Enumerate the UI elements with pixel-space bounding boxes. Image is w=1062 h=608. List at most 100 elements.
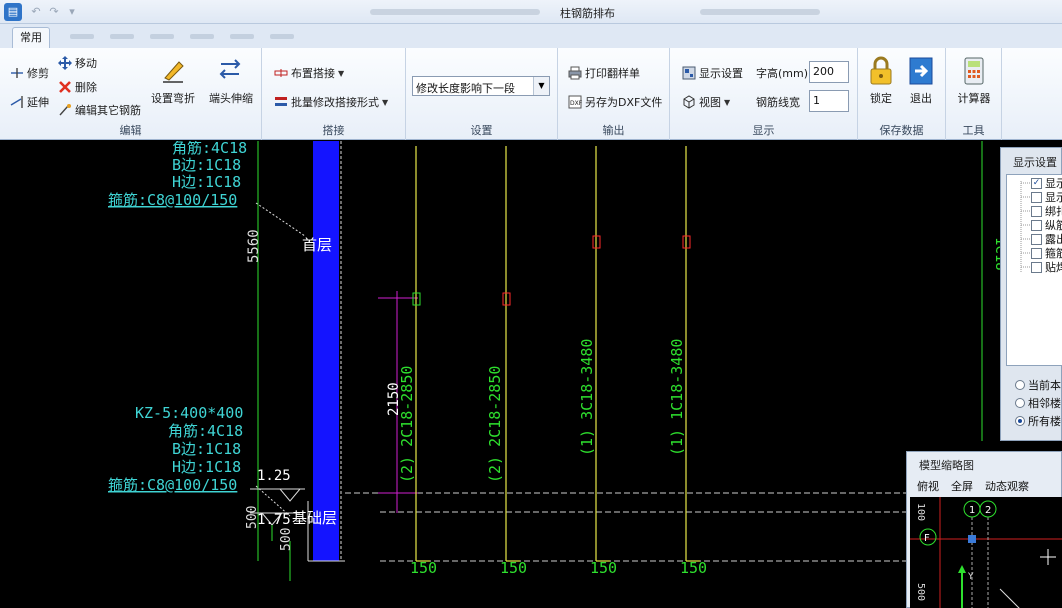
view-icon [683, 95, 695, 109]
svg-text:DXF: DXF [570, 100, 582, 107]
exit-icon [909, 57, 933, 85]
elevation-1-75: 1.75 [257, 512, 291, 528]
end-stretch-icon [219, 59, 241, 79]
length-mode-select[interactable]: 修改长度影响下一段 ▼ [412, 76, 550, 96]
save-dxf-button[interactable]: DXF 另存为DXF文件 [568, 93, 662, 111]
extend-button[interactable]: 延伸 [10, 93, 49, 111]
tab-ghost[interactable] [190, 34, 214, 39]
tab-ghost[interactable] [110, 34, 134, 39]
place-lap-button[interactable]: 布置搭接 ▼ [274, 64, 344, 82]
top-h-side-text: H边:1C18 [172, 173, 241, 191]
line-width-input[interactable]: 1 [809, 90, 849, 112]
menu-top-view[interactable]: 俯视 [917, 478, 939, 494]
app-logo-icon[interactable]: ▤ [4, 3, 22, 21]
quick-access-dropdown-icon[interactable]: ▾ [64, 4, 80, 20]
tab-common[interactable]: 常用 [12, 27, 50, 48]
redo-icon[interactable]: ↷ [46, 4, 62, 20]
print-sheet-button[interactable]: 打印翻样单 [568, 64, 640, 82]
top-b-side-text: B边:1C18 [172, 156, 241, 174]
drawing-canvas[interactable]: 角筋:4C18 B边:1C18 H边:1C18 箍筋:C8@100/150 55… [0, 141, 1062, 608]
menu-fullscreen[interactable]: 全屏 [951, 478, 973, 494]
font-height-input[interactable]: 200 [809, 61, 849, 83]
printer-icon [568, 66, 582, 80]
display-option-7[interactable]: 贴焊 [1031, 260, 1062, 274]
thumbnail-drawing[interactable]: F 1 2 Y 100 500 [910, 497, 1062, 608]
display-option-3[interactable]: 绑扎 [1031, 204, 1062, 218]
undo-icon[interactable]: ↶ [28, 4, 44, 20]
bottom-corner-bar-text: 角筋:4C18 [168, 422, 243, 440]
tab-ghost[interactable] [70, 34, 94, 39]
column-marker[interactable] [968, 535, 976, 543]
dimension-500-a: 500 [245, 506, 260, 529]
set-bend-button[interactable]: 设置弯折 [146, 58, 200, 108]
radio[interactable] [1015, 380, 1025, 390]
title-path-blurred [370, 9, 540, 15]
thumbnail-canvas[interactable]: F 1 2 Y 100 500 [910, 497, 1062, 608]
group-save-label: 保存数据 [879, 124, 924, 137]
display-option-4[interactable]: 纵筋 [1031, 218, 1062, 232]
checkbox[interactable] [1031, 219, 1042, 231]
tab-ghost[interactable] [230, 34, 254, 39]
bar-label-4: (1) 1C18-3480 [668, 339, 686, 456]
radio[interactable] [1015, 398, 1025, 408]
checkbox[interactable] [1031, 233, 1042, 245]
group-output: 打印翻样单 DXF 另存为DXF文件 输出 [558, 48, 670, 140]
menu-dynamic-orbit[interactable]: 动态观察 [985, 478, 1029, 494]
app-window: ▤ ↶ ↷ ▾ 柱钢筋排布 常用 修剪 移动 延伸 删除 编辑其它钢筋 设置弯折… [0, 0, 1062, 608]
delete-button[interactable]: 删除 [58, 78, 97, 96]
radio-selected[interactable] [1015, 416, 1025, 426]
lock-label: 锁定 [870, 92, 892, 105]
radio-all-floors[interactable]: 所有楼 [1015, 414, 1061, 428]
trim-icon [11, 68, 23, 78]
calculator-button[interactable]: 计算器 [948, 56, 1000, 106]
column-name-text: KZ-5:400*400 [135, 404, 243, 422]
move-label: 移动 [75, 57, 97, 70]
ribbon: 修剪 移动 延伸 删除 编辑其它钢筋 设置弯折 端头伸缩 编辑 布置搭接 ▼ 批… [0, 48, 1062, 140]
checkbox[interactable] [1031, 205, 1042, 217]
lap-icon [274, 69, 288, 77]
trim-button[interactable]: 修剪 [10, 64, 49, 82]
display-option-5[interactable]: 露出 [1031, 232, 1062, 246]
pencil-icon [163, 61, 184, 83]
column-body[interactable] [313, 141, 339, 561]
end-stretch-button[interactable]: 端头伸缩 [204, 58, 258, 108]
rebar-drawing[interactable]: 角筋:4C18 B边:1C18 H边:1C18 箍筋:C8@100/150 55… [0, 141, 1062, 608]
edit-other-rebar-label: 编辑其它钢筋 [75, 104, 141, 117]
axis-label-2: 2 [985, 505, 991, 516]
checkbox[interactable] [1031, 261, 1042, 273]
chevron-down-icon: ▼ [382, 97, 389, 107]
top-corner-bar-text: 角筋:4C18 [172, 141, 247, 157]
radio-label: 相邻楼 [1028, 397, 1061, 410]
dxf-file-icon: DXF [568, 95, 582, 109]
view-button[interactable]: 视图 ▼ [682, 93, 730, 111]
display-option-2[interactable]: 显示 [1031, 190, 1062, 204]
chevron-down-icon: ▼ [724, 97, 731, 107]
tab-ghost[interactable] [270, 34, 294, 39]
dimension-5560: 5560 [246, 229, 262, 263]
display-option-1[interactable]: ✓显示 [1031, 176, 1062, 190]
end-stretch-label: 端头伸缩 [209, 92, 253, 105]
tab-ghost[interactable] [150, 34, 174, 39]
radio-current-floor[interactable]: 当前本 [1015, 378, 1061, 392]
set-bend-label: 设置弯折 [151, 92, 195, 105]
group-save: 锁定 退出 保存数据 [858, 48, 946, 140]
checkbox[interactable] [1031, 191, 1042, 203]
batch-lap-button[interactable]: 批量修改搭接形式 ▼ [274, 93, 388, 111]
hook-length-4: 150 [680, 559, 707, 577]
dimension-500-b: 500 [279, 528, 294, 551]
display-option-6[interactable]: 箍筋 [1031, 246, 1062, 260]
move-button[interactable]: 移动 [58, 54, 97, 72]
delete-icon [59, 81, 71, 93]
lock-icon [870, 56, 892, 85]
axis-label-f: F [924, 533, 930, 544]
display-settings-button[interactable]: 显示设置 [682, 64, 743, 82]
checkbox[interactable] [1031, 247, 1042, 259]
exit-button[interactable]: 退出 [898, 56, 944, 106]
checkbox-checked[interactable]: ✓ [1031, 177, 1042, 189]
edit-other-rebar-button[interactable]: 编辑其它钢筋 [58, 101, 141, 119]
group-output-label: 输出 [602, 124, 625, 137]
radio-adjacent-floor[interactable]: 相邻楼 [1015, 396, 1061, 410]
font-height-label: 字高(mm) [756, 67, 809, 80]
group-lap: 布置搭接 ▼ 批量修改搭接形式 ▼ 搭接 [262, 48, 406, 140]
chevron-down-icon[interactable]: ▼ [533, 77, 549, 95]
